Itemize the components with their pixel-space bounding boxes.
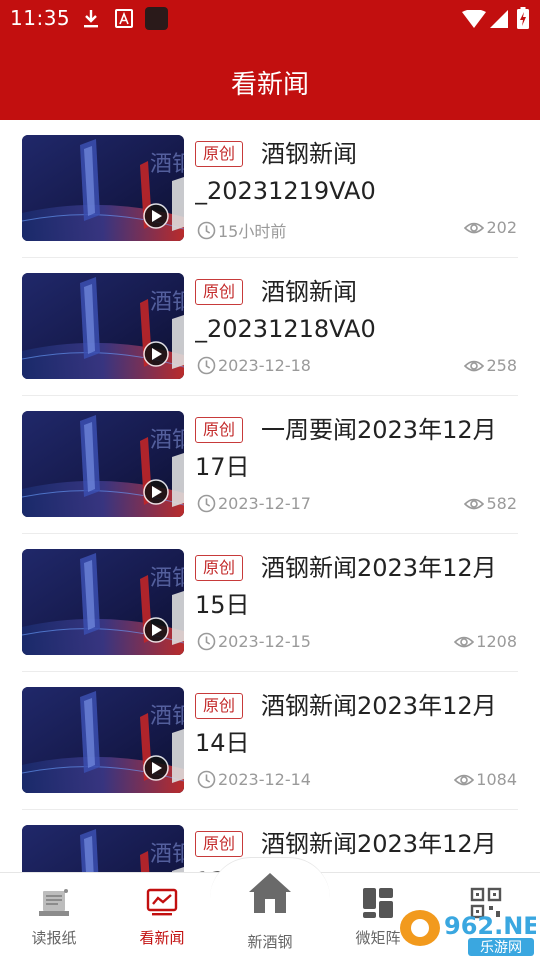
news-title[interactable]: 酒钢新闻2023年12月15日 bbox=[195, 550, 515, 624]
svg-text:酒钢: 酒钢 bbox=[150, 152, 184, 177]
news-time-text: 2023-12-17 bbox=[218, 494, 311, 513]
news-time: 2023-12-18 bbox=[197, 356, 311, 375]
chart-screen-icon bbox=[146, 887, 178, 921]
news-time-text: 2023-12-18 bbox=[218, 356, 311, 375]
video-thumbnail[interactable]: 酒钢 bbox=[22, 273, 184, 379]
nav-item-watch-news[interactable]: 看新闻 bbox=[108, 873, 216, 961]
news-views-count: 258 bbox=[486, 356, 517, 375]
news-time-text: 2023-12-14 bbox=[218, 770, 311, 789]
eye-icon bbox=[464, 498, 485, 509]
news-item[interactable]: 酒钢 原创 酒钢新闻_20231218VA0 2023-12-18 258 bbox=[0, 258, 540, 396]
video-thumbnail[interactable]: 酒钢 bbox=[22, 135, 184, 241]
nav-item-new-jisco[interactable]: 新酒钢 bbox=[216, 873, 324, 961]
app-notification-icon bbox=[115, 9, 133, 33]
news-views: 202 bbox=[464, 218, 517, 237]
svg-text:酒钢: 酒钢 bbox=[150, 428, 184, 453]
news-title[interactable]: 一周要闻2023年12月17日 bbox=[195, 412, 515, 486]
grid-icon bbox=[362, 887, 394, 923]
video-thumbnail[interactable]: 酒钢 bbox=[22, 549, 184, 655]
clock-icon bbox=[197, 221, 216, 239]
eye-icon bbox=[454, 774, 475, 785]
watermark-sub: 乐游网 bbox=[480, 940, 522, 956]
clock-icon bbox=[197, 632, 216, 651]
nav-label: 读报纸 bbox=[31, 929, 77, 947]
news-title[interactable]: 酒钢新闻_20231219VA0 bbox=[195, 136, 515, 210]
status-time: 11:35 bbox=[10, 6, 71, 30]
video-thumbnail[interactable]: 酒钢 bbox=[22, 411, 184, 517]
watermark-brand: 962.NET bbox=[444, 912, 536, 940]
news-views-count: 202 bbox=[486, 218, 517, 237]
video-thumbnail[interactable]: 酒钢 bbox=[22, 825, 184, 872]
news-views-count: 582 bbox=[486, 494, 517, 513]
news-views: 582 bbox=[464, 494, 517, 513]
news-item[interactable]: 酒钢 原创 酒钢新闻2023年12月15日 2023-12-15 1208 bbox=[0, 534, 540, 672]
news-item[interactable]: 酒钢 原创 一周要闻2023年12月17日 2023-12-17 582 bbox=[0, 396, 540, 534]
nav-item-read-newspaper[interactable]: 读报纸 bbox=[0, 873, 108, 961]
video-thumbnail[interactable]: 酒钢 bbox=[22, 687, 184, 793]
news-time: 2023-12-15 bbox=[197, 632, 311, 651]
svg-text:酒钢: 酒钢 bbox=[150, 704, 184, 729]
svg-text:酒钢: 酒钢 bbox=[150, 566, 184, 591]
home-icon bbox=[247, 871, 293, 919]
page-title: 看新闻 bbox=[230, 70, 309, 100]
news-item[interactable]: 酒钢 原创 酒钢新闻_20231219VA0 15小时前 202 bbox=[0, 120, 540, 258]
svg-text:酒钢: 酒钢 bbox=[150, 842, 184, 867]
download-icon bbox=[82, 9, 100, 33]
newspaper-icon bbox=[37, 887, 71, 923]
status-bar: 11:35 bbox=[0, 0, 540, 38]
news-views: 258 bbox=[464, 356, 517, 375]
nav-label: 新酒钢 bbox=[247, 933, 293, 951]
wifi-icon bbox=[462, 9, 486, 32]
news-time-text: 15小时前 bbox=[218, 222, 287, 241]
news-list[interactable]: 酒钢 原创 酒钢新闻_20231219VA0 15小时前 202 酒钢 原创 酒… bbox=[0, 120, 540, 872]
battery-icon bbox=[517, 7, 529, 33]
news-time: 2023-12-14 bbox=[197, 770, 311, 789]
news-views-count: 1084 bbox=[476, 770, 517, 789]
news-time: 15小时前 bbox=[197, 218, 286, 242]
svg-text:酒钢: 酒钢 bbox=[150, 290, 184, 315]
watermark-logo: 962.NET 乐游网 bbox=[398, 906, 540, 956]
clock-icon bbox=[197, 494, 216, 513]
news-views-count: 1208 bbox=[476, 632, 517, 651]
signal-icon bbox=[490, 10, 508, 32]
news-time-text: 2023-12-15 bbox=[218, 632, 311, 651]
news-item[interactable]: 酒钢 原创 酒钢新闻2023年12月14日 2023-12-14 1084 bbox=[0, 672, 540, 810]
eye-icon bbox=[464, 360, 485, 371]
news-title[interactable]: 酒钢新闻_20231218VA0 bbox=[195, 274, 515, 348]
nav-label: 看新闻 bbox=[139, 929, 185, 947]
news-title[interactable]: 酒钢新闻2023年12月14日 bbox=[195, 688, 515, 762]
news-views: 1084 bbox=[454, 770, 517, 789]
clock-icon bbox=[197, 770, 216, 789]
news-views: 1208 bbox=[454, 632, 517, 651]
app-square-icon bbox=[145, 7, 168, 34]
eye-icon bbox=[454, 636, 475, 647]
app-bar: 看新闻 bbox=[0, 38, 540, 120]
news-time: 2023-12-17 bbox=[197, 494, 311, 513]
eye-icon bbox=[464, 222, 485, 233]
clock-icon bbox=[197, 356, 216, 375]
